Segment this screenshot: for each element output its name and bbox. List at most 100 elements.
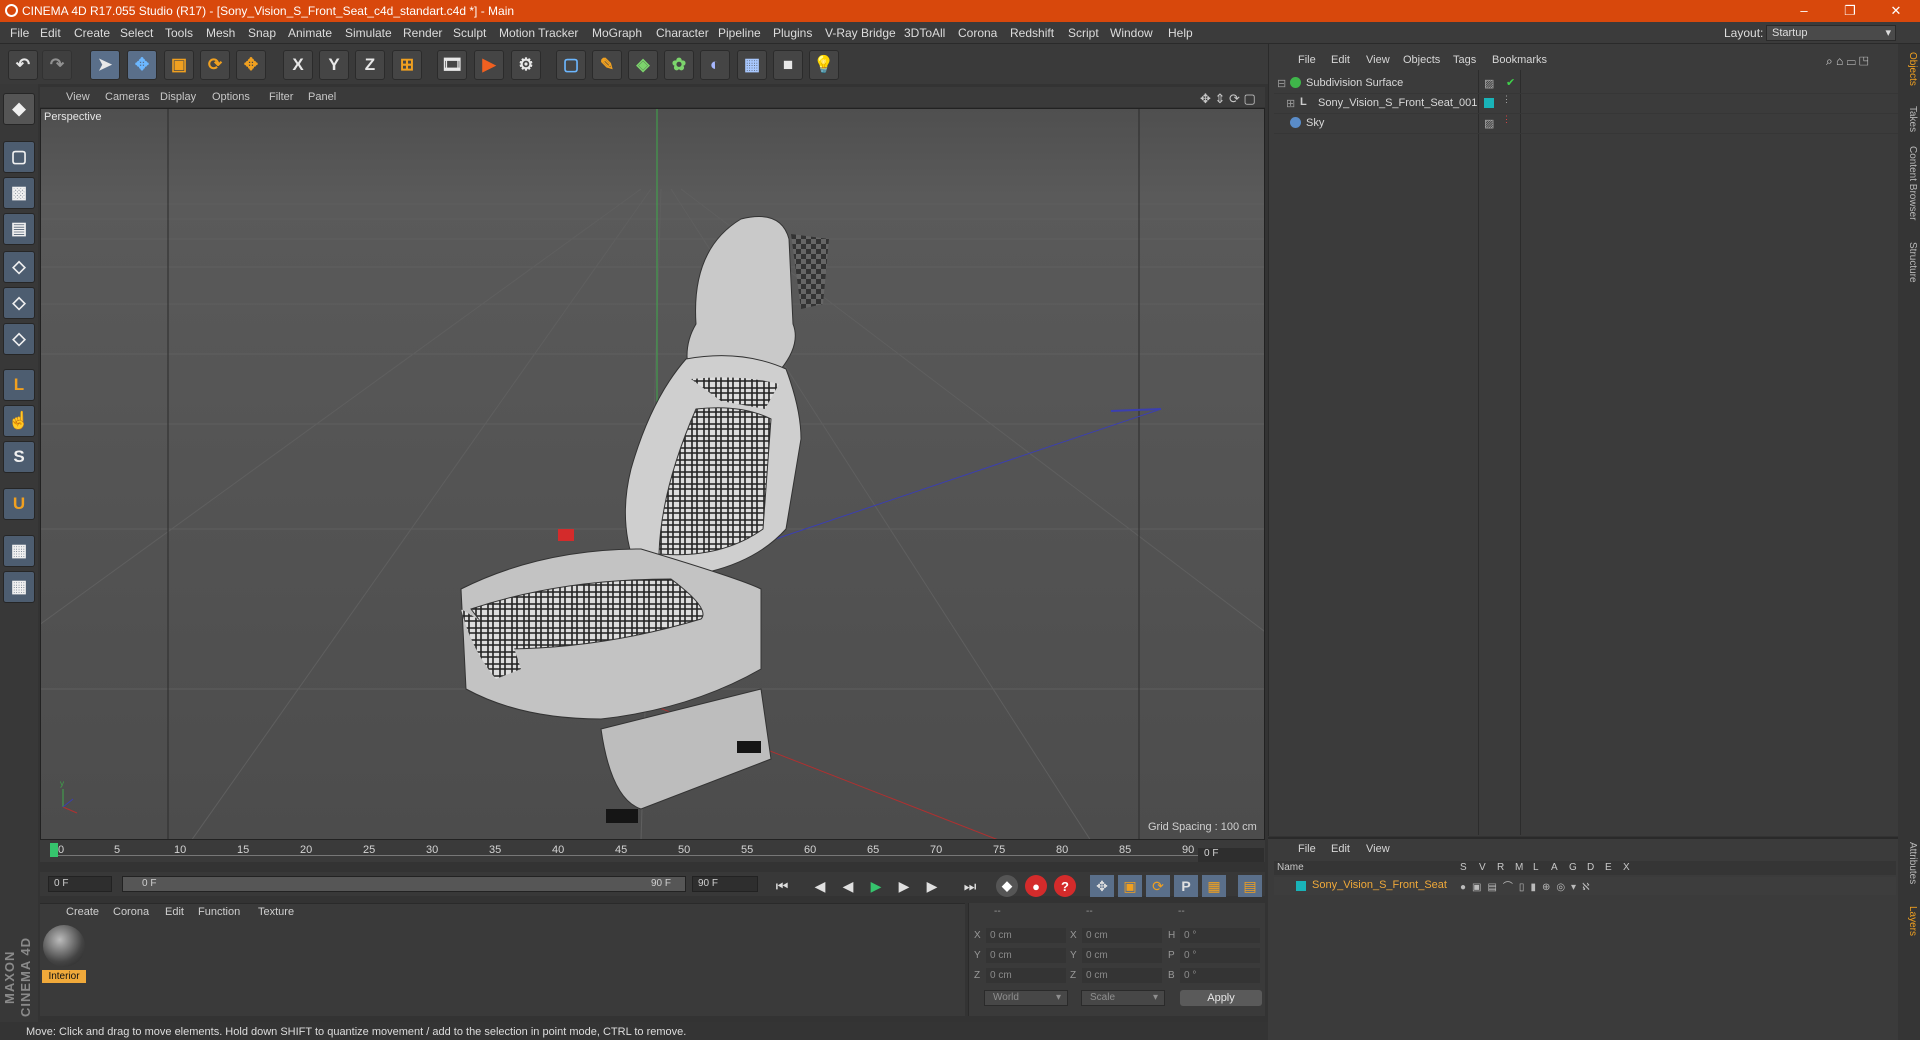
- expand-toggle-icon[interactable]: ⊞: [1286, 97, 1295, 110]
- viewport-menu-filter[interactable]: Filter: [269, 91, 293, 103]
- menu-script[interactable]: Script: [1068, 26, 1099, 40]
- point-mode-button[interactable]: ◇: [3, 251, 35, 283]
- motion-record-button[interactable]: ◆: [996, 875, 1018, 897]
- make-editable-button[interactable]: ◆: [3, 93, 35, 125]
- rotation-b-field[interactable]: 0 °: [1180, 968, 1260, 983]
- start-frame-field[interactable]: 0 F: [48, 876, 112, 892]
- model-mode-button[interactable]: ▢: [3, 141, 35, 173]
- column-xref[interactable]: X: [1623, 862, 1630, 873]
- render-view-button[interactable]: 🎞: [437, 50, 467, 80]
- render-settings-button[interactable]: ⚙: [511, 50, 541, 80]
- end-frame-field[interactable]: 90 F: [692, 876, 758, 892]
- tab-structure[interactable]: Structure: [1900, 242, 1918, 283]
- viewport-menu-options[interactable]: Options: [212, 91, 250, 103]
- column-solo[interactable]: S: [1460, 862, 1467, 873]
- floor-button[interactable]: ▦: [737, 50, 767, 80]
- object-menu-view[interactable]: View: [1366, 54, 1390, 66]
- menu-help[interactable]: Help: [1168, 26, 1193, 40]
- z-axis-lock-button[interactable]: Z: [355, 50, 385, 80]
- material-menu-function[interactable]: Function: [198, 906, 240, 918]
- tab-content-browser[interactable]: Content Browser: [1900, 146, 1918, 220]
- preview-range-slider[interactable]: 0 F 90 F: [122, 876, 686, 892]
- size-y-field[interactable]: 0 cm: [1082, 948, 1162, 963]
- rotation-p-field[interactable]: 0 °: [1180, 948, 1260, 963]
- material-menu-corona[interactable]: Corona: [113, 906, 149, 918]
- column-locked[interactable]: L: [1533, 862, 1539, 873]
- position-x-field[interactable]: 0 cm: [986, 928, 1066, 943]
- position-y-field[interactable]: 0 cm: [986, 948, 1066, 963]
- layer-name[interactable]: Sony_Vision_S_Front_Seat: [1312, 879, 1447, 891]
- tab-layers[interactable]: Layers: [1900, 906, 1918, 936]
- texture-mode-button[interactable]: ▩: [3, 177, 35, 209]
- current-frame-field[interactable]: 0 F: [1198, 848, 1264, 862]
- enabled-check-icon[interactable]: ✔: [1506, 76, 1515, 89]
- key-pla-button[interactable]: ▦: [1202, 875, 1226, 897]
- menu-3dtoall[interactable]: 3DToAll: [904, 26, 945, 40]
- material-menu-edit[interactable]: Edit: [165, 906, 184, 918]
- key-rotation-button[interactable]: ⟳: [1146, 875, 1170, 897]
- menu-character[interactable]: Character: [656, 26, 709, 40]
- column-generators[interactable]: G: [1569, 862, 1577, 873]
- menu-sculpt[interactable]: Sculpt: [453, 26, 486, 40]
- workplane-tool-button[interactable]: ▦: [3, 571, 35, 603]
- expand-toggle-icon[interactable]: ⊟: [1277, 77, 1286, 90]
- viewport-navigation-icons[interactable]: ✥ ⇕ ⟳ ▢: [1200, 91, 1256, 107]
- cloner-button[interactable]: ✿: [664, 50, 694, 80]
- menu-motion-tracker[interactable]: Motion Tracker: [499, 26, 578, 40]
- workplane-mode-button[interactable]: ▤: [3, 213, 35, 245]
- menu-select[interactable]: Select: [120, 26, 153, 40]
- restore-button[interactable]: ❐: [1830, 0, 1870, 22]
- timeline-ruler[interactable]: [40, 840, 1265, 862]
- menu-corona[interactable]: Corona: [958, 26, 997, 40]
- layer-menu-file[interactable]: File: [1298, 843, 1316, 855]
- layout-dropdown[interactable]: Startup ▾: [1766, 25, 1896, 41]
- deformer-button[interactable]: ◐: [700, 50, 730, 80]
- column-animation[interactable]: A: [1551, 862, 1558, 873]
- object-menu-edit[interactable]: Edit: [1331, 54, 1350, 66]
- key-parameter-button[interactable]: P: [1174, 875, 1198, 897]
- material-menu-create[interactable]: Create: [66, 906, 99, 918]
- menu-mograph[interactable]: MoGraph: [592, 26, 642, 40]
- previous-frame-button[interactable]: ◀: [836, 875, 860, 897]
- next-key-button[interactable]: ▶: [920, 875, 944, 897]
- redo-button[interactable]: ↷: [42, 50, 72, 80]
- object-menu-tags[interactable]: Tags: [1453, 54, 1476, 66]
- menu-edit[interactable]: Edit: [40, 26, 61, 40]
- visibility-dots-icon[interactable]: ⋮: [1502, 94, 1511, 105]
- object-menu-file[interactable]: File: [1298, 54, 1316, 66]
- tab-objects[interactable]: Objects: [1900, 52, 1918, 86]
- play-button[interactable]: ▶: [864, 875, 888, 897]
- autokey-button[interactable]: ?: [1054, 875, 1076, 897]
- texture-tag-icon[interactable]: ▨: [1484, 117, 1494, 130]
- render-to-picture-viewer-button[interactable]: ▶: [474, 50, 504, 80]
- next-frame-button[interactable]: ▶: [892, 875, 916, 897]
- menu-redshift[interactable]: Redshift: [1010, 26, 1054, 40]
- timeline-layout-button[interactable]: ▤: [1238, 875, 1262, 897]
- coordinate-system-button[interactable]: ⊞: [392, 50, 422, 80]
- magnet-button[interactable]: U: [3, 488, 35, 520]
- menu-mesh[interactable]: Mesh: [206, 26, 235, 40]
- rotate-tool-button[interactable]: ⟳: [200, 50, 230, 80]
- column-expressions[interactable]: E: [1605, 862, 1612, 873]
- 3d-viewport[interactable]: y: [40, 108, 1265, 840]
- subdivision-surface-button[interactable]: ◈: [628, 50, 658, 80]
- edge-mode-button[interactable]: ◇: [3, 287, 35, 319]
- workplane-lock-button[interactable]: ▦: [3, 535, 35, 567]
- visibility-dots-icon[interactable]: ▨: [1484, 77, 1494, 90]
- menu-pipeline[interactable]: Pipeline: [718, 26, 761, 40]
- coordinate-mode-dropdown[interactable]: World ▾: [984, 990, 1068, 1006]
- menu-render[interactable]: Render: [403, 26, 442, 40]
- material-preview-thumbnail[interactable]: [43, 925, 85, 967]
- viewport-menu-view[interactable]: View: [66, 91, 90, 103]
- go-to-end-button[interactable]: ⏭: [958, 875, 982, 897]
- key-position-button[interactable]: ✥: [1090, 875, 1114, 897]
- live-selection-button[interactable]: ➤: [90, 50, 120, 80]
- previous-key-button[interactable]: ◀: [808, 875, 832, 897]
- menu-simulate[interactable]: Simulate: [345, 26, 392, 40]
- object-row-subdivision-surface[interactable]: ⊟ Subdivision Surface ▨ ✔: [1274, 74, 1899, 94]
- column-deformers[interactable]: D: [1587, 862, 1594, 873]
- record-active-objects-button[interactable]: ●: [1025, 875, 1047, 897]
- playhead[interactable]: [50, 843, 58, 857]
- visibility-dots-icon[interactable]: ⋮: [1502, 114, 1511, 125]
- light-button[interactable]: 💡: [809, 50, 839, 80]
